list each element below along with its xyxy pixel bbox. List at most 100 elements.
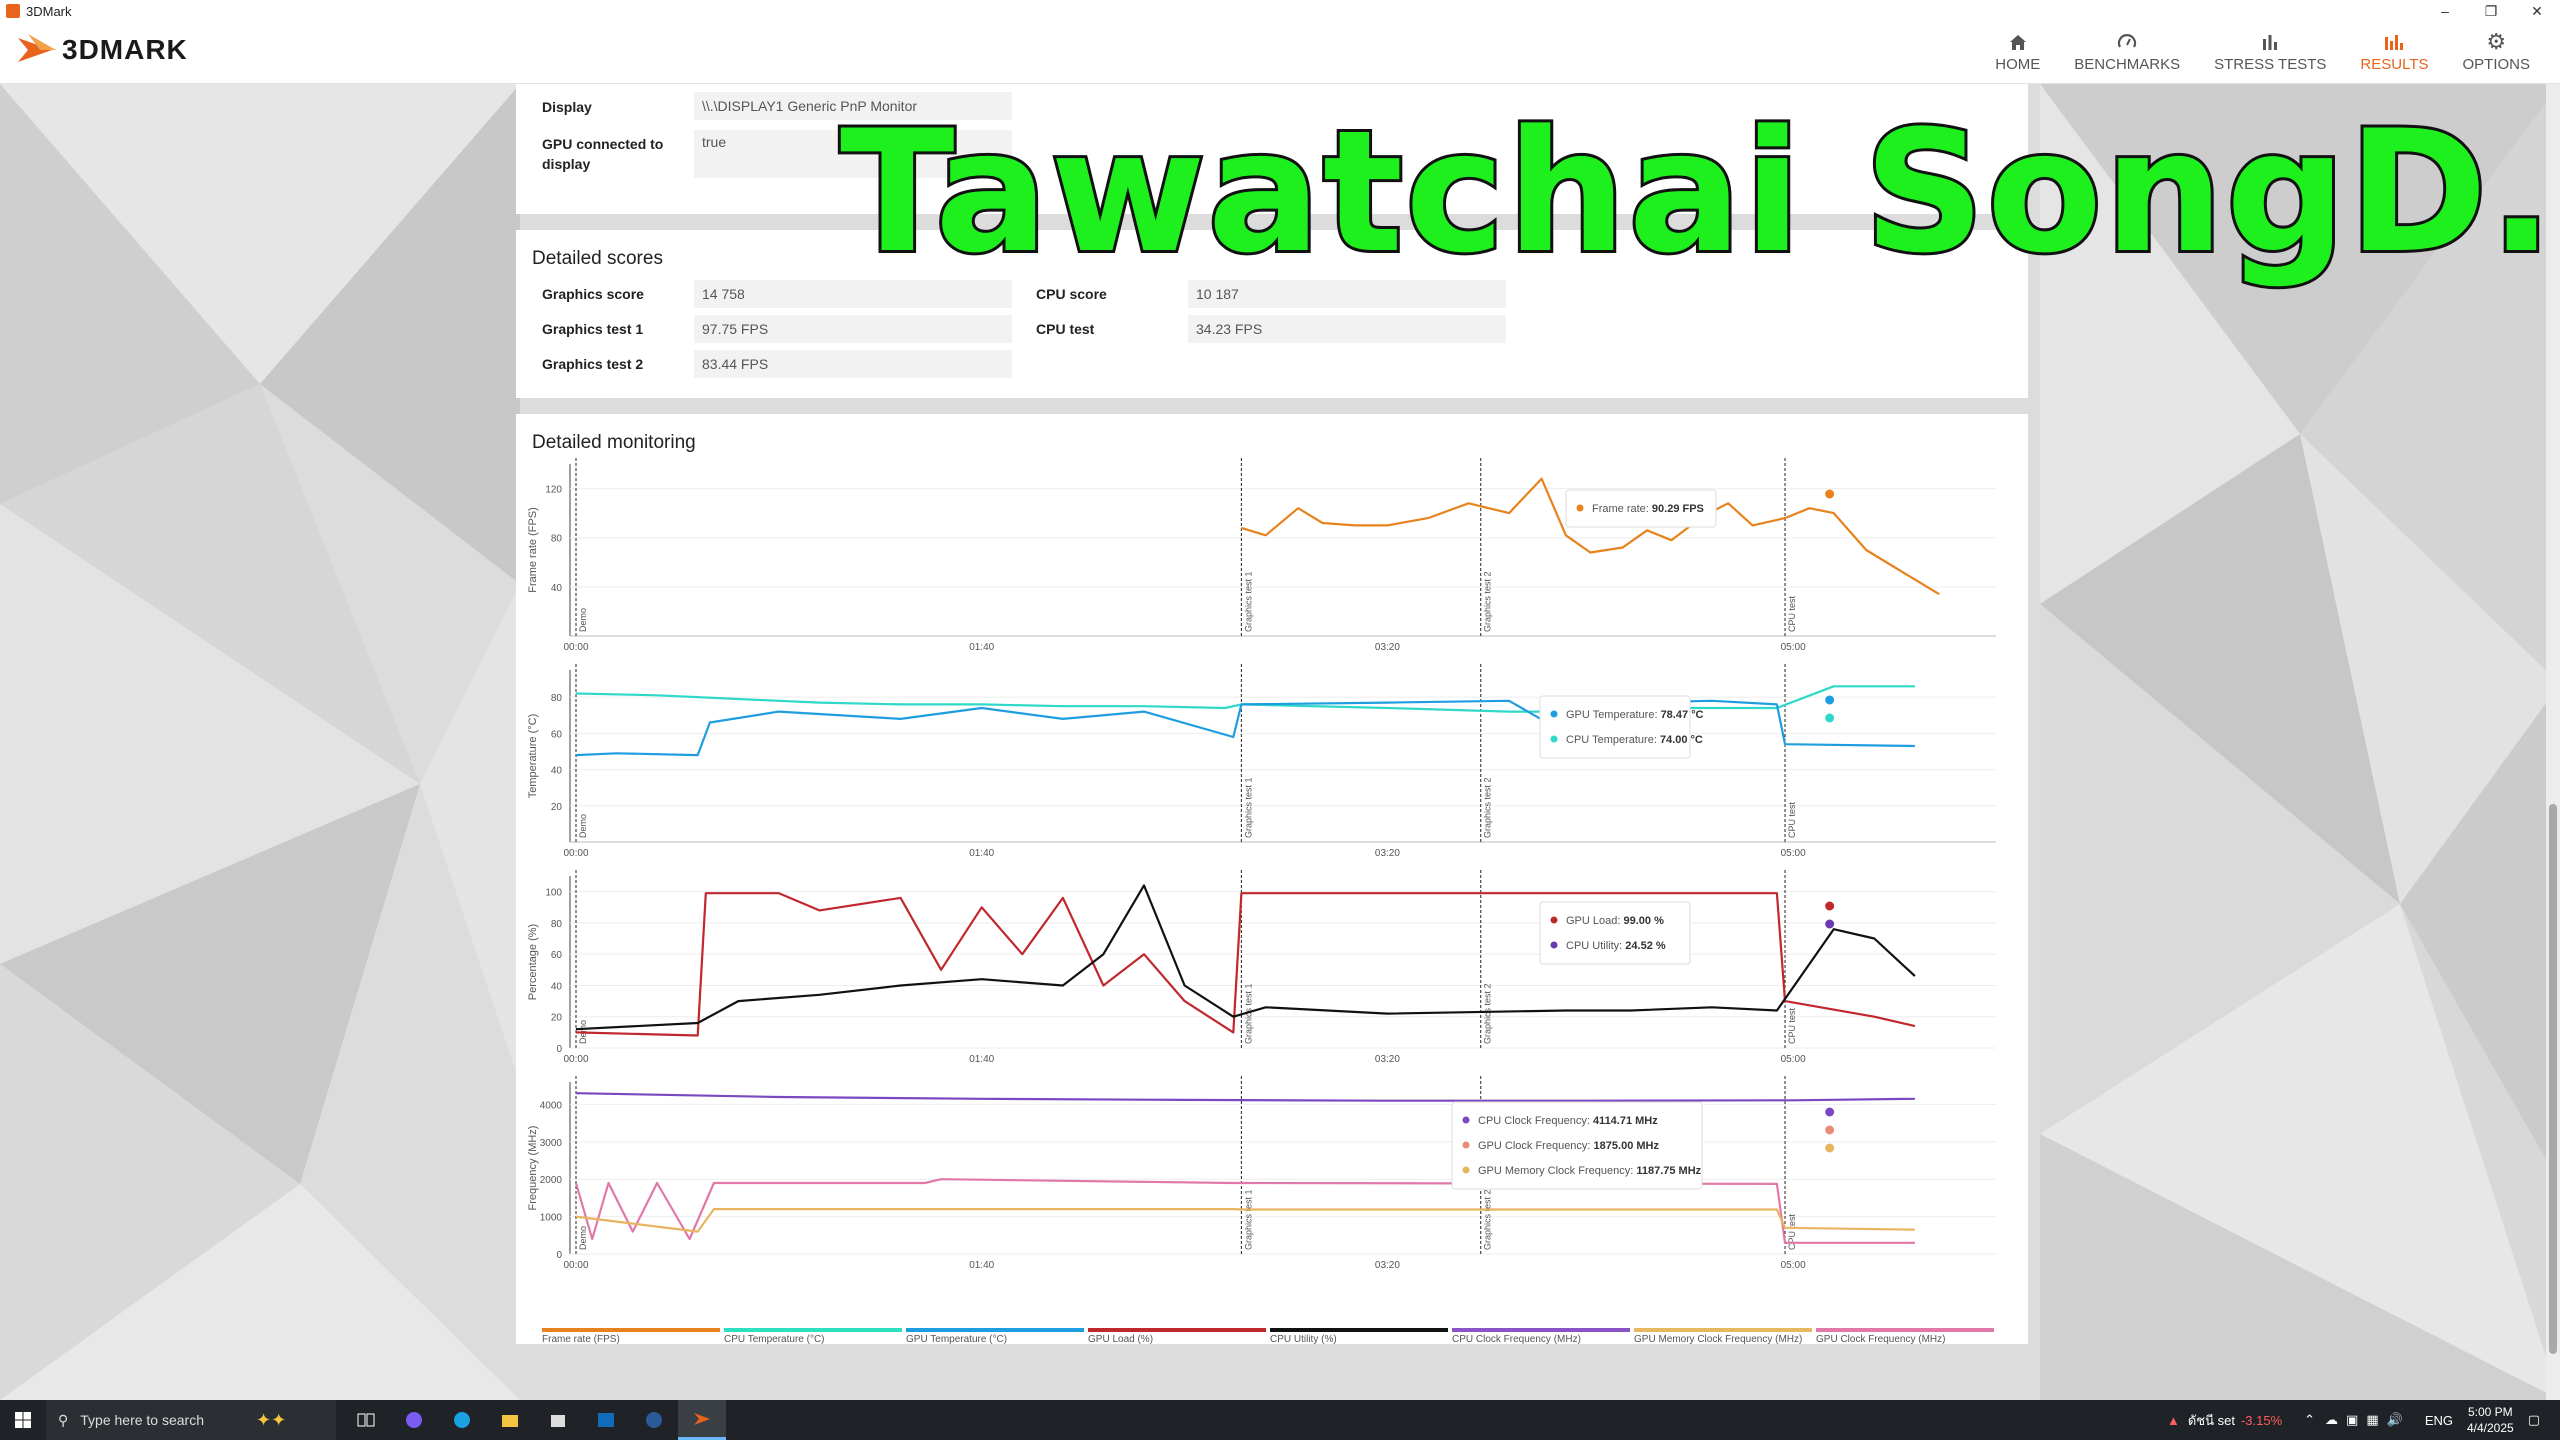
legend-label[interactable]: CPU Utility (%) [1270, 1334, 1337, 1345]
gear-icon: ⚙ [2486, 29, 2507, 54]
home-icon [2008, 28, 2028, 56]
monitoring-charts[interactable]: 40 80 120 Frame rate (FPS) 00:00 01:40 03:20 05… [516, 454, 2028, 1354]
app-header: 3DMARK HOME BENCHMARKS STRESS TESTS RESU… [0, 22, 2560, 84]
legend-label[interactable]: CPU Temperature (°C) [724, 1334, 825, 1345]
3dmark-taskbar-icon[interactable] [678, 1400, 726, 1440]
test-marker-label: Graphics test 2 [1483, 777, 1493, 838]
nav-options[interactable]: ⚙ OPTIONS [2462, 28, 2530, 73]
chart-icon [2383, 28, 2405, 56]
x-tick-label: 01:40 [969, 1054, 994, 1065]
stock-icon[interactable]: ▲ [2167, 1413, 2180, 1428]
start-button[interactable] [0, 1400, 46, 1440]
nav-benchmarks-label: BENCHMARKS [2074, 56, 2181, 73]
x-tick-label: 03:20 [1375, 1054, 1400, 1065]
legend-swatch[interactable] [1088, 1328, 1266, 1332]
x-tick-label: 00:00 [563, 1260, 588, 1271]
nav-stress-tests-label: STRESS TESTS [2214, 56, 2327, 73]
taskbar-search[interactable]: ⚲ Type here to search ✦✦ [46, 1400, 336, 1440]
notification-icon[interactable]: ▢ [2528, 1412, 2540, 1428]
scrollbar-thumb[interactable] [2549, 804, 2557, 1354]
system-tray: ▲ ดัชนี set -3.15% ⌃ ☁▣▦🔊 ENG 5:00 PM 4/… [2167, 1400, 2540, 1440]
legend-swatch[interactable] [542, 1328, 720, 1332]
legend-label[interactable]: GPU Temperature (°C) [906, 1334, 1007, 1345]
y-axis-label: Temperature (°C) [527, 714, 539, 798]
outlook-icon[interactable] [582, 1400, 630, 1440]
monitor-panel-3[interactable]: 0 1000 2000 3000 4000 Frequency (MHz) 00:00 01:… [527, 1076, 1996, 1271]
legend-swatch[interactable] [1452, 1328, 1630, 1332]
y-axis-label: Frame rate (FPS) [527, 507, 539, 593]
legend-swatch[interactable] [1634, 1328, 1812, 1332]
test-marker-label: Demo [578, 1226, 588, 1250]
hover-point [1825, 1125, 1835, 1135]
y-tick-label: 80 [551, 534, 563, 545]
language-indicator[interactable]: ENG [2425, 1413, 2453, 1428]
hover-point [1825, 695, 1835, 705]
file-explorer-icon[interactable] [486, 1400, 534, 1440]
nav-benchmarks[interactable]: BENCHMARKS [2074, 28, 2180, 73]
x-tick-label: 01:40 [969, 642, 994, 653]
x-tick-label: 03:20 [1375, 642, 1400, 653]
legend-label[interactable]: GPU Memory Clock Frequency (MHz) [1634, 1334, 1802, 1345]
hover-point [1825, 713, 1835, 723]
legend-swatch[interactable] [906, 1328, 1084, 1332]
legend-label[interactable]: GPU Clock Frequency (MHz) [1816, 1334, 1945, 1345]
legend-swatch[interactable] [1816, 1328, 1994, 1332]
edge-icon[interactable] [438, 1400, 486, 1440]
monitor-panel-2[interactable]: 0 20 40 60 80 100 Percentage (%) 00:00 01:40 03:2… [527, 870, 1996, 1065]
nav-results[interactable]: RESULTS [2360, 28, 2428, 73]
test-marker-label: CPU test [1787, 1007, 1797, 1044]
close-icon[interactable]: ✕ [2514, 0, 2560, 22]
tooltip-box [1539, 901, 1691, 965]
copilot-icon[interactable] [390, 1400, 438, 1440]
x-tick-label: 05:00 [1781, 642, 1806, 653]
clock[interactable]: 5:00 PM 4/4/2025 [2467, 1404, 2514, 1436]
legend-swatch[interactable] [724, 1328, 902, 1332]
hover-point [1825, 919, 1835, 929]
nav-home[interactable]: HOME [1995, 28, 2040, 73]
graphics-score-label: Graphics score [542, 286, 644, 302]
legend-label[interactable]: GPU Load (%) [1088, 1334, 1153, 1345]
legend-swatch[interactable] [1270, 1328, 1448, 1332]
tooltip-dot [1462, 1166, 1470, 1174]
legend-label[interactable]: CPU Clock Frequency (MHz) [1452, 1334, 1581, 1345]
tray-chevron-icon[interactable]: ⌃ [2304, 1412, 2315, 1428]
detailed-monitoring-card: Detailed monitoring 40 80 120 Frame rate (F… [516, 414, 2028, 1345]
search-placeholder: Type here to search [80, 1412, 205, 1428]
display-label: Display [542, 99, 592, 115]
test-marker-label: Graphics test 1 [1243, 571, 1253, 632]
test-marker-label: Demo [578, 608, 588, 632]
graphics-test1-value: 97.75 FPS [694, 315, 1012, 343]
search-icon: ⚲ [58, 1411, 69, 1428]
graphics-test2-label: Graphics test 2 [542, 356, 644, 372]
logo-icon [18, 34, 56, 62]
task-view-icon[interactable] [342, 1400, 390, 1440]
x-tick-label: 01:40 [969, 1260, 994, 1271]
stock-label: ดัชนี set [2187, 1412, 2235, 1428]
tooltip-text: CPU Clock Frequency: 4114.71 MHz [1478, 1115, 1658, 1127]
store-icon[interactable] [534, 1400, 582, 1440]
steam-icon[interactable] [630, 1400, 678, 1440]
y-axis-label: Frequency (MHz) [527, 1126, 539, 1211]
test-marker-label: Graphics test 2 [1483, 983, 1493, 1044]
monitor-panel-1[interactable]: 20 40 60 80 Temperature (°C) 00:00 01:40 03:20 0… [527, 664, 1996, 859]
tooltip-dot [1462, 1116, 1470, 1124]
minimize-icon[interactable]: – [2422, 0, 2468, 22]
page-scrollbar[interactable] [2546, 84, 2560, 1400]
window-title: 3DMark [26, 3, 72, 19]
test-marker-label: Graphics test 1 [1243, 1189, 1253, 1250]
y-tick-label: 40 [551, 583, 563, 594]
hover-point [1825, 1107, 1835, 1117]
nav-stress-tests[interactable]: STRESS TESTS [2214, 28, 2326, 73]
legend-label[interactable]: Frame rate (FPS) [542, 1334, 620, 1345]
logo-text: 3DMARK [62, 34, 188, 65]
monitor-panel-0[interactable]: 40 80 120 Frame rate (FPS) 00:00 01:40 03:20 05… [527, 458, 1996, 653]
x-tick-label: 03:20 [1375, 848, 1400, 859]
test-marker-label: CPU test [1787, 801, 1797, 838]
tray-icons[interactable]: ☁▣▦🔊 [2325, 1412, 2411, 1428]
graphics-test1-label: Graphics test 1 [542, 321, 644, 337]
tooltip-text: GPU Load: 99.00 % [1566, 915, 1664, 927]
y-axis-label: Percentage (%) [527, 924, 539, 1000]
logo[interactable]: 3DMARK [16, 32, 188, 68]
restore-icon[interactable]: ❐ [2468, 0, 2514, 22]
graphics-test2-value: 83.44 FPS [694, 350, 1012, 378]
